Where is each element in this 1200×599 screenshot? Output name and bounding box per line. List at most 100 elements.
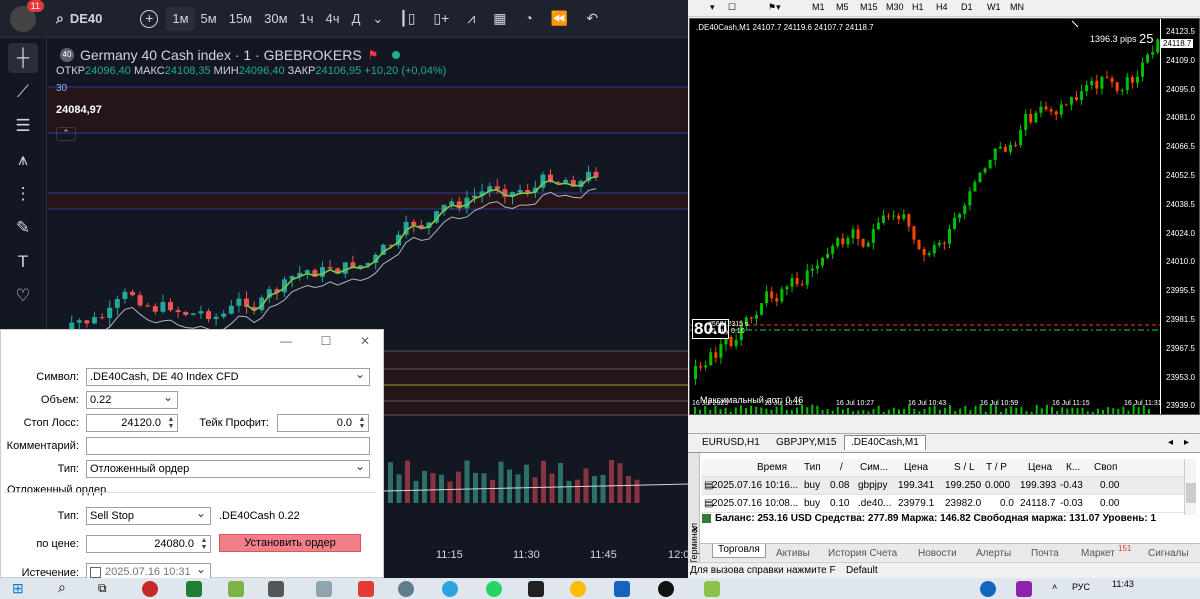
tab-alerts[interactable]: Алерты [976,548,1011,559]
stop-loss-input[interactable]: 24120.0 ▲ ▼ [86,414,178,432]
chart-tab-gbpjpy[interactable]: GBPJPY,M15 [776,437,836,448]
place-order-button[interactable]: Установить ордер [219,534,361,552]
telegram-icon[interactable] [442,581,458,597]
period-mn[interactable]: MN [1010,2,1024,12]
period-m30[interactable]: M30 [886,2,904,12]
tf-5m[interactable]: 5м [195,7,223,31]
task-view-icon[interactable]: ⧉ [98,581,114,597]
tf-d[interactable]: Д [346,7,367,31]
spinner-icon[interactable]: ▲ ▼ [166,416,176,430]
tab-signals[interactable]: Сигналы [1148,548,1189,559]
fib-icon[interactable]: ☰ [8,111,38,141]
tab-scroll-left-icon[interactable]: ◂ [1168,437,1173,448]
tool-icon[interactable]: ▾ [710,2,715,13]
app-blue-icon[interactable] [614,581,630,597]
excel-icon[interactable] [186,581,202,597]
table-row[interactable]: ▤ 2025.07.16 10:08... buy 0.10 .de40... … [702,495,1184,513]
col-price[interactable]: Цена [904,462,928,473]
draw-tools-icon[interactable]: ⚑▾ [768,2,781,13]
whatsapp-icon[interactable] [486,581,502,597]
clock[interactable]: 11:43 [1112,579,1134,589]
volume-select[interactable]: 0.22 [86,390,178,409]
symbol-search[interactable]: ⌕ DE40 [56,10,102,27]
input-language[interactable]: РУС [1072,582,1090,592]
indicators-icon[interactable]: ▯+ [433,10,449,27]
spinner-icon[interactable]: ▲ ▼ [199,537,209,551]
period-h4[interactable]: H4 [936,2,948,12]
terminal-scrollbar[interactable] [1184,459,1196,515]
col-volume[interactable]: / [840,462,843,473]
comment-input[interactable] [86,437,370,455]
tf-4h[interactable]: 4ч [320,7,346,31]
app-black-icon[interactable] [658,581,674,597]
tab-history[interactable]: История Счета [828,548,897,559]
text-icon[interactable]: T [8,247,38,277]
tab-assets[interactable]: Активы [776,548,810,559]
windows-start-icon[interactable]: ⊞ [12,581,28,597]
table-row[interactable]: ▤ 2025.07.16 10:16... buy 0.08 gbpjpy 19… [702,477,1184,495]
undo-icon[interactable]: ↶ [586,10,598,27]
minimize-icon[interactable]: — [279,334,293,348]
app-green-icon[interactable] [228,581,244,597]
maximize-icon[interactable]: ☐ [319,334,333,348]
chart-compare-icon[interactable]: ⩘ [467,10,475,27]
tab-trade[interactable]: Торговля [712,544,766,558]
symbol-select[interactable]: .DE40Cash, DE 40 Index CFD [86,367,370,386]
app-dark-icon[interactable] [528,581,544,597]
tab-mail[interactable]: Почта [1031,548,1059,559]
collapse-chevron-icon[interactable]: ⌃ [56,127,76,141]
tf-more-chevron-icon[interactable]: ⌄ [366,7,389,31]
tray-chevron-icon[interactable]: ˄ [1052,582,1057,592]
order-type-select[interactable]: Отложенный ордер [86,459,370,478]
app-purple-icon[interactable] [1016,581,1032,597]
tab-news[interactable]: Новости [918,548,957,559]
help-icon[interactable] [980,581,996,597]
close-icon[interactable]: ✕ [358,334,372,348]
measure-icon[interactable]: ⋮ [8,179,38,209]
app-gray-icon[interactable] [268,581,284,597]
period-m15[interactable]: M15 [860,2,878,12]
tab-scroll-right-icon[interactable]: ▸ [1184,437,1189,448]
app-cursor-icon[interactable] [316,581,332,597]
col-type[interactable]: Тип [804,462,821,473]
spinner-icon[interactable]: ▲ ▼ [357,416,367,430]
crosshair-icon[interactable]: ┼ [8,43,38,73]
period-d1[interactable]: D1 [961,2,973,12]
col-symbol[interactable]: Сим... [860,462,888,473]
col-sl[interactable]: S / L [954,462,975,473]
alert-clock-icon[interactable]: ◔ [524,10,532,27]
pending-type-select[interactable]: Sell Stop [86,506,211,525]
col-swap[interactable]: Своп [1094,462,1117,473]
brush-icon[interactable]: ✎ [8,213,38,243]
chart-tab-de40[interactable]: .DE40Cash,M1 [844,435,926,450]
user-avatar[interactable]: 11 [10,0,44,32]
period-w1[interactable]: W1 [987,2,1001,12]
candle-type-icon[interactable]: ┃▯ [399,10,415,27]
layout-grid-icon[interactable]: ▦ [493,10,506,27]
scrollbar-thumb[interactable] [1186,483,1196,503]
col-current-price[interactable]: Цена [1028,462,1052,473]
col-tp[interactable]: T / P [986,462,1007,473]
tool-icon[interactable]: ☐ [728,2,736,13]
col-time[interactable]: Время [757,462,787,473]
col-commission[interactable]: К... [1066,462,1080,473]
pattern-icon[interactable]: ⩚ [8,145,38,175]
dialog-titlebar[interactable]: — ☐ ✕ [1,330,385,355]
app-red-icon[interactable] [358,581,374,597]
tf-1h[interactable]: 1ч [294,7,320,31]
compare-add-icon[interactable]: + [140,9,159,28]
search-icon[interactable]: ⌕ [58,580,74,596]
app-lime-icon[interactable] [704,581,720,597]
app-globe-icon[interactable] [398,581,414,597]
trendline-icon[interactable]: ⟋ [8,77,38,107]
tab-market[interactable]: Маркет [1081,548,1115,559]
app-record-icon[interactable] [142,581,158,597]
flag-icon[interactable]: ⚑ [368,48,379,62]
favorites-heart-icon[interactable]: ♡ [8,281,38,311]
tf-1m[interactable]: 1м [166,6,195,31]
price-input[interactable]: 24080.0 ▲ ▼ [86,535,211,553]
chrome-icon[interactable] [570,581,586,597]
tf-15m[interactable]: 15м [223,7,258,31]
chart-tab-eurusd[interactable]: EURUSD,H1 [702,437,760,448]
replay-icon[interactable]: ⏪ [551,10,568,27]
